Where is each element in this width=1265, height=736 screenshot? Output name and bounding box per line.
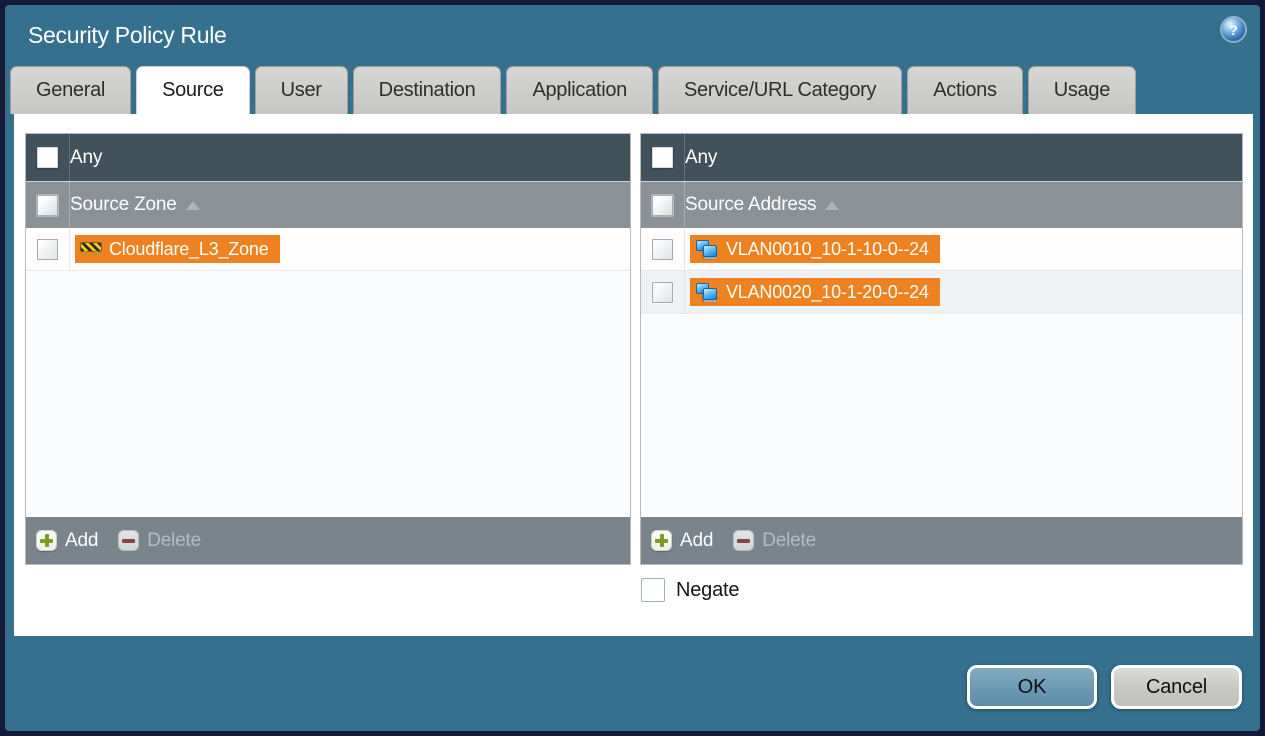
security-policy-rule-dialog: Security Policy Rule ? General Source Us… [5,5,1260,731]
help-icon[interactable]: ? [1222,18,1245,41]
tab-general[interactable]: General [10,66,132,114]
add-button[interactable]: Add [651,530,713,552]
dialog-title: Security Policy Rule [28,22,227,48]
ok-button[interactable]: OK [967,665,1097,709]
panels-container: Any Source Zone Cloudflare_L3_Zone Add D… [14,114,1253,565]
delete-button[interactable]: Delete [118,530,201,552]
source-zone-any-label: Any [70,146,103,168]
tab-user[interactable]: User [254,66,348,114]
table-row: VLAN0010_10-1-10-0--24 [641,228,1242,271]
dialog-footer: OK Cancel [5,636,1260,731]
negate-checkbox[interactable] [641,578,665,602]
row-checkbox[interactable] [37,238,58,260]
address-tag-label: VLAN0020_10-1-20-0--24 [726,281,929,302]
source-tab-content: Any Source Zone Cloudflare_L3_Zone Add D… [14,114,1253,636]
address-network-icon [696,282,718,302]
source-zone-panel: Any Source Zone Cloudflare_L3_Zone Add D… [25,133,631,565]
source-zone-any-checkbox[interactable] [37,147,58,168]
add-plus-icon [651,530,672,551]
tab-source[interactable]: Source [136,66,250,114]
negate-label: Negate [676,578,740,601]
dialog-outer-border: Security Policy Rule ? General Source Us… [0,0,1265,736]
address-tag[interactable]: VLAN0020_10-1-20-0--24 [690,278,940,306]
checkbox-column [26,182,70,228]
source-zone-any-band: Any [26,134,630,181]
add-button[interactable]: Add [36,530,98,552]
delete-button-label: Delete [762,529,816,551]
source-address-toolbar: Add Delete [641,517,1242,564]
source-zone-select-all-checkbox[interactable] [37,194,58,216]
negate-row: Negate [641,578,1253,602]
delete-minus-icon [733,530,755,551]
address-network-icon [696,239,718,259]
delete-button-label: Delete [147,529,201,551]
source-zone-toolbar: Add Delete [26,517,630,564]
cancel-button[interactable]: Cancel [1111,665,1242,709]
table-row: VLAN0020_10-1-20-0--24 [641,271,1242,314]
tab-usage[interactable]: Usage [1027,66,1137,114]
source-address-panel: Any Source Address VLAN0010_10-1-10-0--2… [640,133,1243,565]
row-checkbox[interactable] [652,281,673,303]
tab-service-url-category[interactable]: Service/URL Category [657,66,903,114]
empty-rows-area [641,314,1242,517]
source-zone-column-label: Source Zone [70,194,177,215]
tab-bar: General Source User Destination Applicat… [5,66,1260,114]
checkbox-column [641,134,685,181]
add-plus-icon [36,530,57,551]
titlebar: Security Policy Rule ? [5,5,1260,66]
source-address-column-label: Source Address [685,194,817,215]
checkbox-column [641,271,685,313]
zone-icon [81,242,101,256]
checkbox-column [26,228,70,270]
empty-rows-area [26,271,630,517]
sort-ascending-icon [825,200,840,210]
delete-button[interactable]: Delete [733,530,816,552]
zone-tag[interactable]: Cloudflare_L3_Zone [75,235,280,263]
source-address-any-label: Any [685,146,718,168]
table-row: Cloudflare_L3_Zone [26,228,630,271]
source-address-select-all-checkbox[interactable] [652,194,673,216]
source-address-any-band: Any [641,134,1242,181]
zone-tag-label: Cloudflare_L3_Zone [109,238,269,259]
tab-actions[interactable]: Actions [907,66,1023,114]
add-button-label: Add [65,529,99,551]
checkbox-column [641,182,685,228]
add-button-label: Add [680,529,714,551]
checkbox-column [26,134,70,181]
source-address-any-checkbox[interactable] [652,147,673,168]
checkbox-column [641,228,685,270]
source-zone-column-label-wrap[interactable]: Source Zone [70,194,200,216]
source-address-column-label-wrap[interactable]: Source Address [685,194,840,216]
source-zone-column-header: Source Zone [26,181,630,228]
address-tag[interactable]: VLAN0010_10-1-10-0--24 [690,235,940,263]
delete-minus-icon [118,530,140,551]
row-checkbox[interactable] [652,238,673,260]
sort-ascending-icon [185,200,200,210]
tab-destination[interactable]: Destination [352,66,502,114]
tab-application[interactable]: Application [506,66,653,114]
address-tag-label: VLAN0010_10-1-10-0--24 [726,238,929,259]
source-address-column-header: Source Address [641,181,1242,228]
